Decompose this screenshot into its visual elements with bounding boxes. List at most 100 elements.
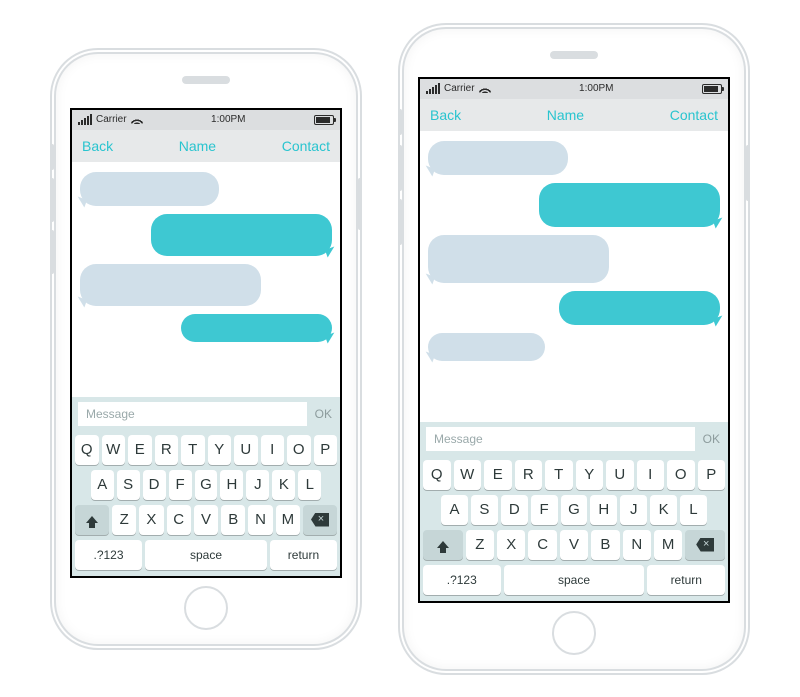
key-w[interactable]: W	[102, 435, 126, 465]
key-space[interactable]: space	[145, 540, 267, 570]
screen: Carrier1:00PMBackNameContactOKQWERTYUIOP…	[70, 108, 342, 578]
key-x[interactable]: X	[139, 505, 163, 535]
key-r[interactable]: R	[155, 435, 179, 465]
contact-button[interactable]: Contact	[670, 107, 718, 123]
key-return[interactable]: return	[647, 565, 725, 595]
message-bubble-incoming[interactable]	[80, 264, 261, 306]
key-g[interactable]: G	[195, 470, 218, 500]
key-o[interactable]: O	[667, 460, 695, 490]
compose-bar: OK	[420, 422, 728, 456]
key-.?123[interactable]: .?123	[423, 565, 501, 595]
key-l[interactable]: L	[298, 470, 321, 500]
key-c[interactable]: C	[528, 530, 556, 560]
key-n[interactable]: N	[623, 530, 651, 560]
message-bubble-incoming[interactable]	[80, 172, 219, 206]
status-bar: Carrier1:00PM	[72, 110, 340, 130]
key-q[interactable]: Q	[423, 460, 451, 490]
hardware-button	[746, 145, 750, 201]
key-j[interactable]: J	[620, 495, 647, 525]
key-g[interactable]: G	[561, 495, 588, 525]
key-a[interactable]: A	[441, 495, 468, 525]
key-a[interactable]: A	[91, 470, 114, 500]
contact-button[interactable]: Contact	[282, 138, 330, 154]
key-s[interactable]: S	[117, 470, 140, 500]
message-bubble-outgoing[interactable]	[559, 291, 720, 325]
key-shift[interactable]	[423, 530, 463, 560]
key-d[interactable]: D	[143, 470, 166, 500]
keyboard: QWERTYUIOP ASDFGHJKL ZXCVBNM .?123spaceretu…	[72, 431, 340, 576]
key-b[interactable]: B	[221, 505, 245, 535]
key-backspace[interactable]	[303, 505, 337, 535]
key-z[interactable]: Z	[466, 530, 494, 560]
keyboard: QWERTYUIOP ASDFGHJKL ZXCVBNM .?123spaceretu…	[420, 456, 728, 601]
key-t[interactable]: T	[181, 435, 205, 465]
key-j[interactable]: J	[246, 470, 269, 500]
backspace-icon	[696, 538, 714, 552]
key-r[interactable]: R	[515, 460, 543, 490]
key-f[interactable]: F	[531, 495, 558, 525]
send-button[interactable]: OK	[701, 432, 722, 446]
key-backspace[interactable]	[685, 530, 725, 560]
key-i[interactable]: I	[261, 435, 285, 465]
key-k[interactable]: K	[650, 495, 677, 525]
back-button[interactable]: Back	[430, 107, 461, 123]
signal-icon	[78, 114, 92, 125]
key-p[interactable]: P	[698, 460, 726, 490]
status-time: 1:00PM	[495, 83, 698, 94]
key-k[interactable]: K	[272, 470, 295, 500]
key-q[interactable]: Q	[75, 435, 99, 465]
hardware-button	[50, 144, 54, 170]
chat-area[interactable]	[420, 131, 728, 422]
key-h[interactable]: H	[220, 470, 243, 500]
key-.?123[interactable]: .?123	[75, 540, 142, 570]
hardware-button	[358, 178, 362, 230]
message-bubble-incoming[interactable]	[428, 141, 568, 175]
key-s[interactable]: S	[471, 495, 498, 525]
screen: Carrier1:00PMBackNameContactOKQWERTYUIOP…	[418, 77, 730, 603]
message-input[interactable]	[78, 402, 307, 426]
key-m[interactable]: M	[654, 530, 682, 560]
message-bubble-incoming[interactable]	[428, 235, 609, 283]
key-c[interactable]: C	[167, 505, 191, 535]
status-time: 1:00PM	[147, 114, 310, 125]
key-e[interactable]: E	[484, 460, 512, 490]
key-space[interactable]: space	[504, 565, 645, 595]
back-button[interactable]: Back	[82, 138, 113, 154]
shift-icon	[437, 541, 449, 548]
key-n[interactable]: N	[248, 505, 272, 535]
key-x[interactable]: X	[497, 530, 525, 560]
key-f[interactable]: F	[169, 470, 192, 500]
key-e[interactable]: E	[128, 435, 152, 465]
message-bubble-incoming[interactable]	[428, 333, 545, 361]
chat-area[interactable]	[72, 162, 340, 397]
key-d[interactable]: D	[501, 495, 528, 525]
message-input[interactable]	[426, 427, 695, 451]
key-i[interactable]: I	[637, 460, 665, 490]
key-v[interactable]: V	[194, 505, 218, 535]
key-o[interactable]: O	[287, 435, 311, 465]
hardware-button	[398, 109, 402, 135]
battery-icon	[702, 84, 722, 94]
key-p[interactable]: P	[314, 435, 338, 465]
key-return[interactable]: return	[270, 540, 337, 570]
key-u[interactable]: U	[606, 460, 634, 490]
key-b[interactable]: B	[591, 530, 619, 560]
hardware-button	[50, 230, 54, 274]
hardware-button	[398, 145, 402, 191]
key-shift[interactable]	[75, 505, 109, 535]
key-v[interactable]: V	[560, 530, 588, 560]
message-bubble-outgoing[interactable]	[181, 314, 332, 342]
key-w[interactable]: W	[454, 460, 482, 490]
send-button[interactable]: OK	[313, 407, 334, 421]
status-bar: Carrier1:00PM	[420, 79, 728, 99]
message-bubble-outgoing[interactable]	[151, 214, 332, 256]
key-h[interactable]: H	[590, 495, 617, 525]
key-z[interactable]: Z	[112, 505, 136, 535]
key-m[interactable]: M	[276, 505, 300, 535]
key-y[interactable]: Y	[208, 435, 232, 465]
key-y[interactable]: Y	[576, 460, 604, 490]
message-bubble-outgoing[interactable]	[539, 183, 720, 227]
key-l[interactable]: L	[680, 495, 707, 525]
key-t[interactable]: T	[545, 460, 573, 490]
key-u[interactable]: U	[234, 435, 258, 465]
